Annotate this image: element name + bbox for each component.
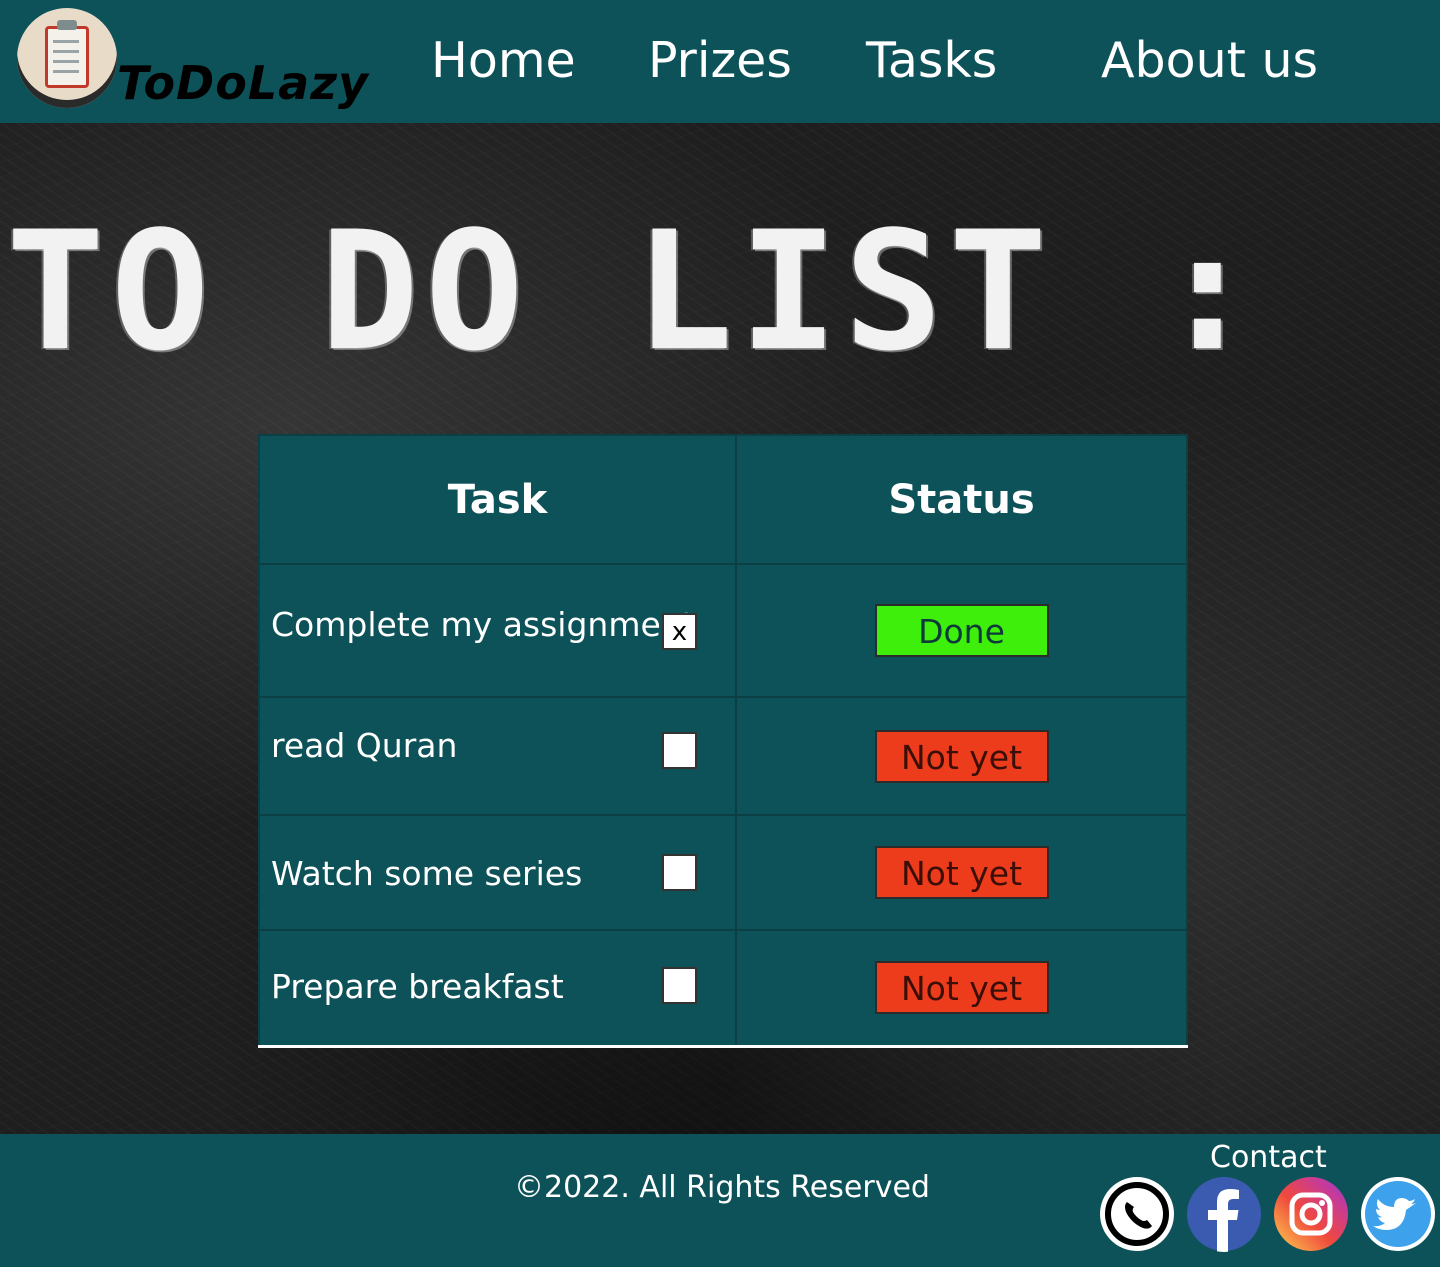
task-column-header: Task — [258, 434, 737, 565]
contact-label: Contact — [1210, 1140, 1327, 1175]
copyright-text: ©2022. All Rights Reserved — [514, 1170, 930, 1205]
status-badge[interactable]: Not yet — [874, 846, 1049, 899]
twitter-icon[interactable] — [1360, 1176, 1436, 1252]
whatsapp-icon[interactable] — [1099, 1176, 1175, 1252]
nav-home-link[interactable]: Home — [431, 32, 576, 89]
task-label: Watch some series — [271, 854, 583, 893]
task-cell: Watch some series — [258, 814, 737, 931]
table-row: Watch some series Not yet — [258, 814, 1188, 931]
task-cell: Prepare breakfast — [258, 929, 737, 1047]
status-badge[interactable]: Not yet — [874, 961, 1049, 1015]
nav-tasks-link[interactable]: Tasks — [866, 32, 997, 89]
task-cell: Complete my assignment x — [258, 563, 737, 698]
status-cell: Not yet — [735, 696, 1188, 816]
task-checkbox[interactable]: x — [662, 613, 697, 650]
brand-name[interactable]: ToDoLazy — [117, 56, 369, 110]
status-cell: Not yet — [735, 929, 1188, 1047]
table-row: Complete my assignment x Done — [258, 563, 1188, 698]
nav-about-link[interactable]: About us — [1101, 32, 1318, 89]
header: ToDoLazy Home Prizes Tasks About us — [0, 0, 1440, 123]
table-row: Prepare breakfast Not yet — [258, 929, 1188, 1047]
clipboard-logo-icon[interactable] — [17, 8, 117, 108]
status-cell: Not yet — [735, 814, 1188, 931]
page-title: TO DO LIST : — [6, 196, 1263, 387]
task-cell: read Quran — [258, 696, 737, 816]
table-row: read Quran Not yet — [258, 696, 1188, 816]
facebook-icon[interactable] — [1186, 1176, 1262, 1252]
footer: ©2022. All Rights Reserved Contact — [0, 1134, 1440, 1267]
instagram-icon[interactable] — [1273, 1176, 1349, 1252]
task-label: read Quran — [271, 726, 458, 765]
task-checkbox[interactable] — [662, 732, 697, 769]
task-checkbox[interactable] — [662, 967, 697, 1004]
status-column-header: Status — [735, 434, 1188, 565]
task-label: Complete my assignment — [271, 605, 695, 644]
todo-table: Task Status Complete my assignment x Don… — [258, 434, 1188, 1048]
status-badge[interactable]: Done — [874, 604, 1049, 657]
table-header-row: Task Status — [258, 434, 1188, 565]
task-label: Prepare breakfast — [271, 967, 564, 1006]
task-checkbox[interactable] — [662, 854, 697, 891]
status-badge[interactable]: Not yet — [874, 729, 1049, 783]
nav-prizes-link[interactable]: Prizes — [648, 32, 792, 89]
status-cell: Done — [735, 563, 1188, 698]
